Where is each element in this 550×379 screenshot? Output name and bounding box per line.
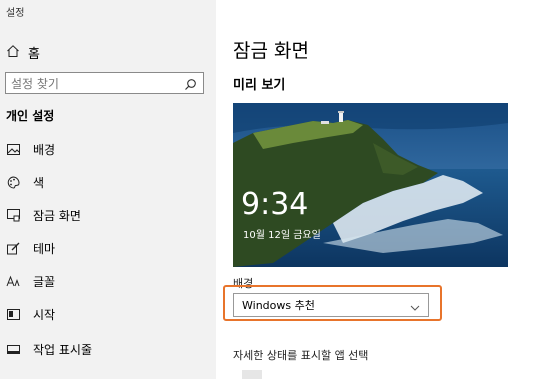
app-tile[interactable] (242, 370, 262, 379)
sidebar-item-theme[interactable]: 테마 (6, 236, 206, 260)
sidebar-item-label: 색 (33, 175, 45, 190)
sidebar-item-taskbar[interactable]: 작업 표시줄 (6, 337, 206, 361)
sidebar-item-label: 배경 (33, 142, 56, 157)
font-icon (6, 274, 20, 288)
sidebar-item-label: 작업 표시줄 (33, 342, 93, 357)
app-title: 설정 (6, 8, 25, 19)
sidebar-item-label: 시작 (33, 307, 56, 322)
chevron-down-icon (410, 296, 420, 315)
sidebar-item-start[interactable]: 시작 (6, 302, 206, 326)
preview-time: 9:34 (241, 187, 309, 222)
search-input[interactable] (6, 74, 181, 94)
start-icon (6, 307, 20, 321)
page-title: 잠금 화면 (233, 40, 309, 62)
image-icon (6, 142, 20, 156)
theme-brush-icon (6, 241, 20, 255)
home-icon (6, 43, 20, 62)
sidebar-item-lock-screen[interactable]: 잠금 화면 (6, 203, 206, 227)
nav-home-label: 홈 (28, 46, 40, 62)
sidebar-item-fonts[interactable]: 글꼴 (6, 269, 206, 293)
preview-image (233, 103, 508, 267)
sidebar-item-color[interactable]: 색 (6, 170, 206, 194)
sidebar-item-label: 잠금 화면 (33, 208, 81, 223)
section-title: 개인 설정 (6, 109, 55, 123)
preview-date: 10월 12일 금요일 (243, 230, 321, 241)
preview-title: 미리 보기 (233, 78, 286, 93)
lock-screen-preview: 9:34 10월 12일 금요일 (233, 103, 508, 267)
sidebar-item-label: 테마 (33, 241, 56, 256)
lock-screen-icon (6, 208, 20, 222)
sidebar-item-background[interactable]: 배경 (6, 137, 206, 161)
detail-status-label: 자세한 상태를 표시할 앱 선택 (233, 349, 369, 362)
background-dropdown-value: Windows 추천 (242, 299, 315, 312)
taskbar-icon (6, 342, 20, 356)
main-content: 잠금 화면 미리 보기 9:34 10월 12일 금요일 배경 Windows … (216, 0, 550, 379)
palette-icon (6, 175, 20, 189)
nav-home[interactable]: 홈 (6, 40, 206, 64)
search-icon[interactable] (184, 76, 197, 95)
sidebar-item-label: 글꼴 (33, 274, 56, 289)
search-box (5, 72, 204, 94)
background-dropdown[interactable]: Windows 추천 (233, 293, 429, 317)
sidebar: 설정 홈 개인 설정 배경 색 잠금 화면 테마 (0, 0, 216, 379)
